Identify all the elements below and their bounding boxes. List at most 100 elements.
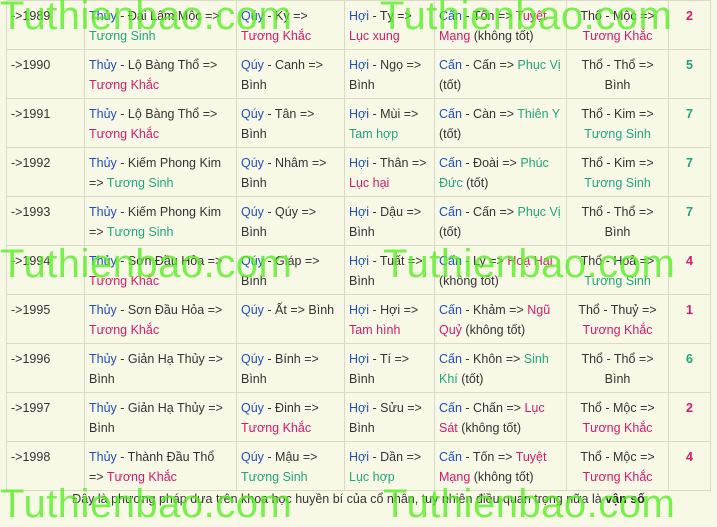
score-cell: 1: [668, 294, 711, 344]
branch-value: - Mùi =>: [369, 107, 419, 121]
menh-cell: Thủy - Lộ Bàng Thổ => Tương Khắc: [84, 49, 237, 99]
que-cell: Cấn - Khảm => Ngũ Quỷ (không tốt): [434, 294, 567, 344]
menh-cell: Thủy - Thành Đầu Thổ => Tương Khắc: [84, 441, 237, 491]
score-cell: 7: [668, 98, 711, 148]
branch-value: - Tí =>: [369, 352, 410, 366]
element-label: Thủy: [89, 9, 117, 23]
year-label: ->1993: [11, 205, 51, 219]
relation-result: Tương Khắc: [241, 421, 312, 435]
trigram-value: - Khảm =>: [461, 303, 528, 317]
verdict: (tốt): [462, 176, 489, 190]
branch-value: - Sửu =>: [369, 401, 422, 415]
stem-label: Qúy: [241, 156, 264, 170]
table-row: ->1991 Thủy - Lộ Bàng Thổ => Tương Khắc Qú…: [6, 98, 711, 148]
trigram-value: - Tốn =>: [461, 9, 516, 23]
can-cell: Qúy - Mậu => Tương Sinh: [236, 441, 345, 491]
relation-result: Tương Sinh: [584, 274, 651, 288]
stem-value: - Qúy =>: [263, 205, 317, 219]
branch-label: Hợi: [349, 58, 370, 72]
score-cell: 2: [668, 0, 711, 50]
stem-label: Qúy: [241, 58, 264, 72]
relation-result: Bình: [89, 372, 115, 386]
que-cell: Cấn - Cấn => Phục Vị (tốt): [434, 196, 567, 246]
relation-result: Phục Vị: [517, 58, 561, 72]
que-cell: Cấn - Khôn => Sinh Khí (tốt): [434, 343, 567, 393]
score-cell: 2: [668, 392, 711, 442]
earth-value: Thổ - Mộc =>: [580, 450, 655, 464]
stem-value: - Mậu =>: [263, 450, 318, 464]
year-cell: ->1993: [6, 196, 85, 246]
que-cell: Cấn - Tốn => Tuyệt Mạng (không tốt): [434, 441, 567, 491]
stem-value: - Nhâm =>: [263, 156, 327, 170]
relation-result: Tương Khắc: [106, 470, 177, 484]
branch-value: - Ngọ =>: [369, 58, 422, 72]
can-cell: Qúy - Bính => Bình: [236, 343, 345, 393]
trigram-label: Cấn: [439, 156, 462, 170]
relation-result: Bình: [241, 176, 267, 190]
relation-result: Bình: [241, 225, 267, 239]
branch-label: Hợi: [349, 156, 370, 170]
tho-cell: Thổ - Thổ => Bình: [566, 196, 669, 246]
score-value: 4: [686, 450, 693, 464]
stem-label: Qúy: [241, 352, 264, 366]
verdict: (tốt): [457, 372, 484, 386]
table-row: ->1993 Thủy - Kiếm Phong Kim => Tương Sin…: [6, 196, 711, 246]
can-cell: Qúy - Kỷ => Tương Khắc: [236, 0, 345, 50]
stem-label: Qúy: [241, 303, 264, 317]
can-cell: Qúy - Giáp => Bình: [236, 245, 345, 295]
relation-result: Tương Sinh: [106, 176, 174, 190]
stem-label: Qúy: [241, 401, 264, 415]
earth-value: Thổ - Thổ =>: [581, 205, 654, 219]
can-cell: Qúy - Tân => Bình: [236, 98, 345, 148]
branch-value: - Dậu =>: [369, 205, 422, 219]
trigram-label: Cấn: [439, 107, 462, 121]
element-label: Thủy: [89, 107, 117, 121]
chi-cell: Hợi - Thân => Lục hại: [344, 147, 435, 197]
trigram-label: Cấn: [439, 254, 462, 268]
table-row: ->1990 Thủy - Lộ Bàng Thổ => Tương Khắc Qú…: [6, 49, 711, 99]
score-value: 1: [686, 303, 693, 317]
branch-label: Hợi: [349, 205, 370, 219]
year-cell: ->1997: [6, 392, 85, 442]
year-label: ->1990: [11, 58, 51, 72]
trigram-label: Cấn: [439, 205, 462, 219]
relation-result: Tương Sinh: [584, 176, 651, 190]
branch-value: - Tuất =>: [369, 254, 423, 268]
relation-result: Tương Sinh: [584, 127, 651, 141]
tho-cell: Thổ - Mộc => Tương Khắc: [566, 392, 669, 442]
trigram-label: Cấn: [439, 401, 462, 415]
score-value: 5: [686, 58, 693, 72]
trigram-label: Cấn: [439, 352, 462, 366]
stem-value: - Canh =>: [263, 58, 324, 72]
menh-cell: Thủy - Sơn Đầu Hỏa => Tương Khắc: [84, 294, 237, 344]
stem-label: Qúy: [241, 107, 264, 121]
branch-label: Hợi: [349, 401, 370, 415]
menh-cell: Thủy - Sơn Đầu Hỏa => Tương Khắc: [84, 245, 237, 295]
element-value: - Sơn Đầu Hỏa =>: [116, 254, 223, 268]
table-row: ->1995 Thủy - Sơn Đầu Hỏa => Tương Khắc Qú…: [6, 294, 711, 344]
branch-value: - Tỵ =>: [369, 9, 412, 23]
branch-label: Hợi: [349, 254, 370, 268]
relation-result: Tương Khắc: [582, 470, 653, 484]
year-cell: ->1991: [6, 98, 85, 148]
relation-result: Hoạ Hại: [507, 254, 553, 268]
branch-label: Hợi: [349, 303, 370, 317]
relation-result: Tam hình: [349, 323, 401, 337]
can-cell: Qúy - Ất => Bình: [236, 294, 345, 344]
trigram-value: - Càn =>: [461, 107, 518, 121]
chi-cell: Hợi - Sửu => Bình: [344, 392, 435, 442]
score-value: 2: [686, 401, 693, 415]
trigram-value: - Cấn =>: [461, 58, 518, 72]
year-cell: ->1994: [6, 245, 85, 295]
compatibility-table: ->1989 Thủy - Đại Lâm Mộc => Tương Sinh Qú…: [6, 0, 711, 491]
stem-value: - Tân =>: [263, 107, 315, 121]
relation-result: Tương Sinh: [106, 225, 174, 239]
year-label: ->1994: [11, 254, 51, 268]
score-value: 7: [686, 205, 693, 219]
tho-cell: Thổ - Mộc => Tương Khắc: [566, 0, 669, 50]
table-row: ->1996 Thủy - Giản Hạ Thủy => Bình Qúy - B…: [6, 343, 711, 393]
year-cell: ->1995: [6, 294, 85, 344]
table-row: ->1992 Thủy - Kiếm Phong Kim => Tương Sin…: [6, 147, 711, 197]
chi-cell: Hợi - Ngọ => Bình: [344, 49, 435, 99]
trigram-label: Cấn: [439, 303, 462, 317]
